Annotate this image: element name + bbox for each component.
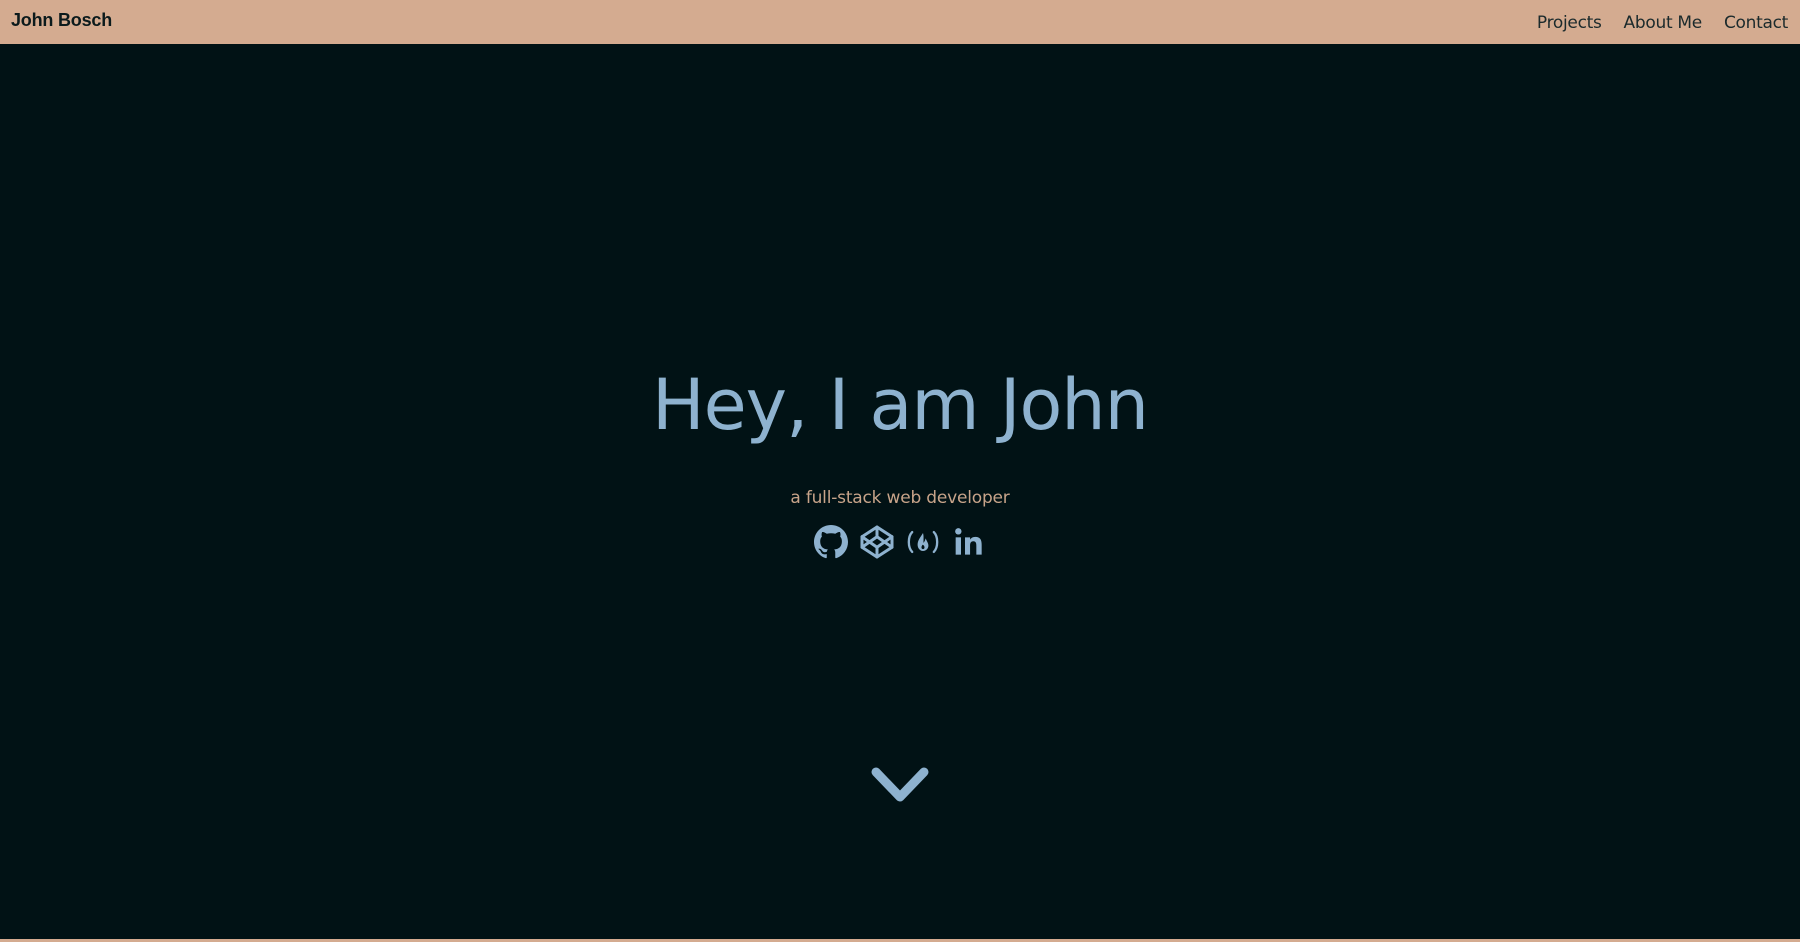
hero-title: Hey, I am John: [651, 364, 1149, 446]
freecodecamp-link[interactable]: [905, 524, 941, 560]
nav-link-about-me[interactable]: About Me: [1624, 13, 1703, 33]
chevron-down-icon: [871, 767, 929, 802]
codepen-link[interactable]: [859, 524, 895, 560]
github-icon: [814, 525, 848, 559]
github-link[interactable]: [813, 524, 849, 560]
scroll-down-button[interactable]: [870, 764, 930, 808]
linkedin-link[interactable]: [951, 524, 987, 560]
nav-link-contact[interactable]: Contact: [1724, 13, 1788, 33]
codepen-icon: [860, 525, 894, 559]
nav-link-projects[interactable]: Projects: [1537, 13, 1602, 33]
nav-links: Projects About Me Contact: [1537, 13, 1788, 33]
hero-subtitle: a full-stack web developer: [790, 488, 1010, 508]
freecodecamp-icon: [907, 530, 939, 554]
brand-link[interactable]: John Bosch: [11, 10, 112, 31]
linkedin-icon: [955, 528, 982, 555]
social-links: [0, 524, 1800, 560]
navbar: John Bosch Projects About Me Contact: [0, 0, 1800, 44]
